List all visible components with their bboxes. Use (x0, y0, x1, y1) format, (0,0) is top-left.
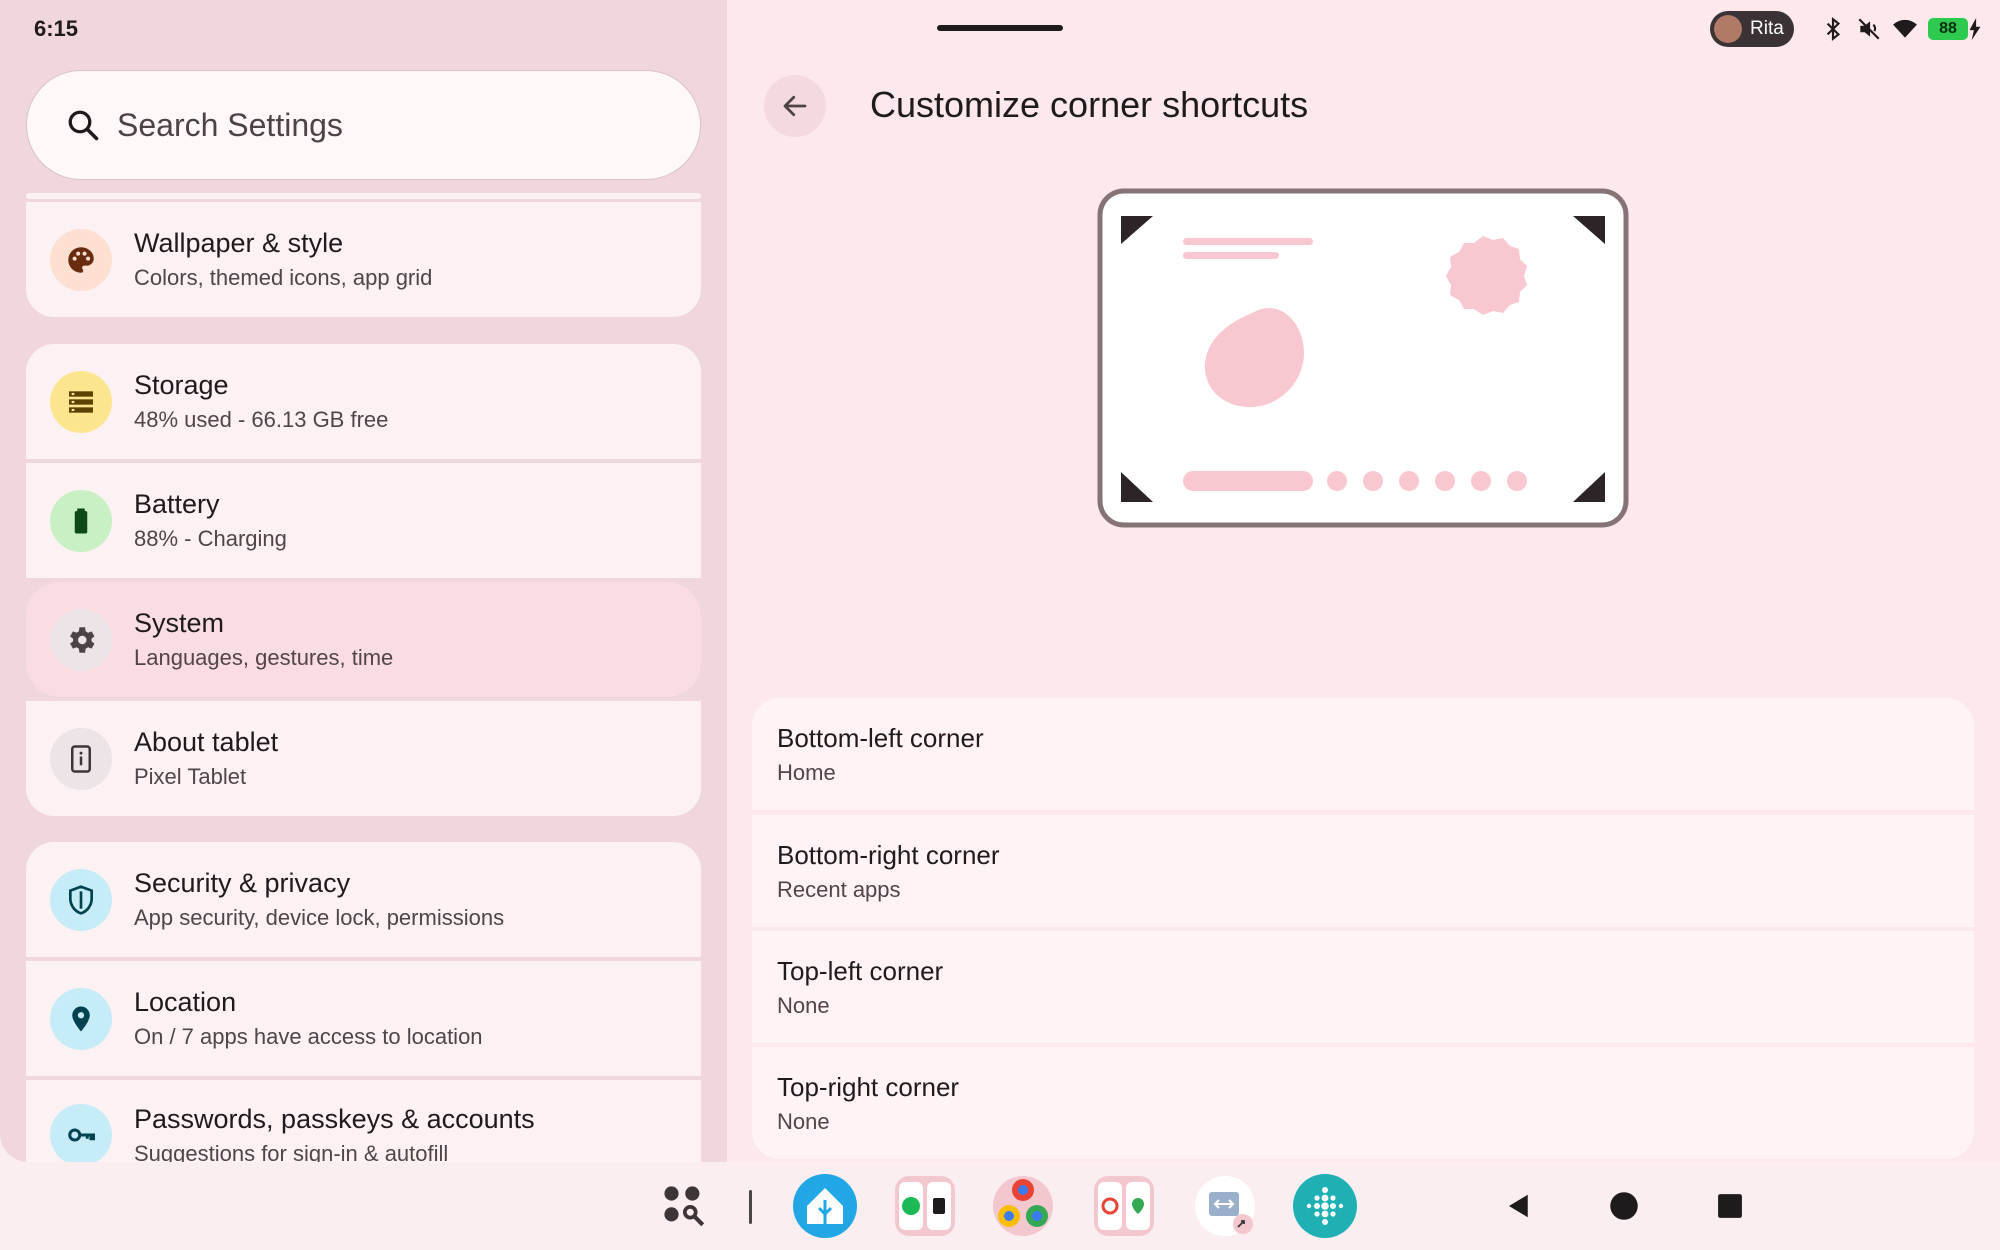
corner-value: None (777, 992, 830, 1018)
setting-wallpaper-style[interactable]: Wallpaper & style Colors, themed icons, … (26, 202, 701, 317)
setting-title: Location (134, 987, 237, 1017)
setting-subtitle: On / 7 apps have access to location (134, 1024, 483, 1049)
spotify-folder-icon[interactable] (893, 1174, 957, 1238)
list-divider (26, 193, 701, 199)
setting-about-tablet[interactable]: About tablet Pixel Tablet (26, 701, 701, 816)
chrome-folder-icon[interactable] (991, 1174, 1055, 1238)
corner-value: Recent apps (777, 876, 901, 902)
charging-bolt-icon (1969, 18, 1981, 40)
storage-icon (50, 370, 112, 433)
setting-system[interactable]: System Languages, gestures, time (26, 582, 701, 697)
battery-level: 88 (1928, 18, 1968, 40)
all-apps-icon[interactable] (652, 1174, 716, 1238)
status-bar-right: Rita 88 (1710, 11, 1982, 47)
fitbit-icon[interactable] (1293, 1174, 1357, 1238)
setting-subtitle: Colors, themed icons, app grid (134, 265, 433, 290)
corner-option-bottom-left[interactable]: Bottom-left corner Home (752, 698, 1974, 810)
info-icon (50, 727, 112, 790)
page-title: Customize corner shortcuts (870, 84, 1309, 125)
setting-battery[interactable]: Battery 88% - Charging (26, 463, 701, 578)
setting-storage[interactable]: Storage 48% used - 66.13 GB free (26, 344, 701, 459)
setting-title: Passwords, passkeys & accounts (134, 1104, 535, 1134)
key-icon (50, 1104, 112, 1162)
setting-title: About tablet (134, 727, 279, 757)
setting-title: Battery (134, 489, 220, 519)
corner-value: None (777, 1108, 830, 1134)
taskbar-divider (749, 1190, 752, 1224)
remote-desktop-icon[interactable] (1193, 1174, 1257, 1238)
search-input[interactable] (117, 106, 637, 144)
location-icon (50, 987, 112, 1050)
setting-title: Wallpaper & style (134, 228, 344, 258)
corner-option-top-left[interactable]: Top-left corner None (752, 931, 1974, 1043)
gear-icon (50, 608, 112, 671)
search-bar[interactable] (26, 70, 701, 180)
corner-title: Top-left corner (777, 955, 944, 986)
wifi-icon (1893, 19, 1917, 38)
avatar (1714, 15, 1742, 43)
corner-value: Home (777, 759, 836, 785)
setting-title: System (134, 608, 225, 638)
setting-subtitle: 48% used - 66.13 GB free (134, 407, 389, 432)
status-time: 6:15 (34, 16, 79, 41)
user-name: Rita (1750, 18, 1784, 39)
photos-maps-folder-icon[interactable] (1092, 1174, 1156, 1238)
corner-shortcuts-illustration (1097, 188, 1629, 528)
corner-title: Top-right corner (777, 1071, 960, 1102)
shield-icon (50, 868, 112, 931)
setting-title: Security & privacy (134, 868, 351, 898)
home-assistant-icon[interactable] (793, 1174, 857, 1238)
setting-title: Storage (134, 370, 229, 400)
arrow-left-icon (783, 95, 807, 117)
back-button[interactable] (764, 75, 826, 137)
search-icon (68, 110, 99, 141)
setting-subtitle: Pixel Tablet (134, 764, 247, 789)
setting-subtitle: Suggestions for sign-in & autofill (134, 1141, 449, 1162)
corner-title: Bottom-left corner (777, 722, 984, 753)
setting-location[interactable]: Location On / 7 apps have access to loca… (26, 961, 701, 1076)
corner-option-top-right[interactable]: Top-right corner None (752, 1047, 1974, 1159)
palette-icon (50, 228, 112, 291)
battery-icon (50, 489, 112, 552)
mute-icon (1858, 18, 1880, 40)
drag-handle[interactable] (937, 25, 1063, 31)
bluetooth-icon (1826, 16, 1841, 42)
setting-subtitle: Languages, gestures, time (134, 645, 394, 670)
corner-title: Bottom-right corner (777, 839, 1000, 870)
setting-passwords-accounts[interactable]: Passwords, passkeys & accounts Suggestio… (26, 1080, 701, 1162)
user-chip[interactable]: Rita (1710, 11, 1794, 47)
setting-security-privacy[interactable]: Security & privacy App security, device … (26, 842, 701, 957)
setting-subtitle: App security, device lock, permissions (134, 905, 505, 930)
home-nav-icon[interactable] (1592, 1174, 1656, 1238)
corner-option-bottom-right[interactable]: Bottom-right corner Recent apps (752, 815, 1974, 927)
recents-nav-icon[interactable] (1698, 1174, 1762, 1238)
back-nav-icon[interactable] (1487, 1174, 1551, 1238)
setting-subtitle: 88% - Charging (134, 526, 287, 551)
